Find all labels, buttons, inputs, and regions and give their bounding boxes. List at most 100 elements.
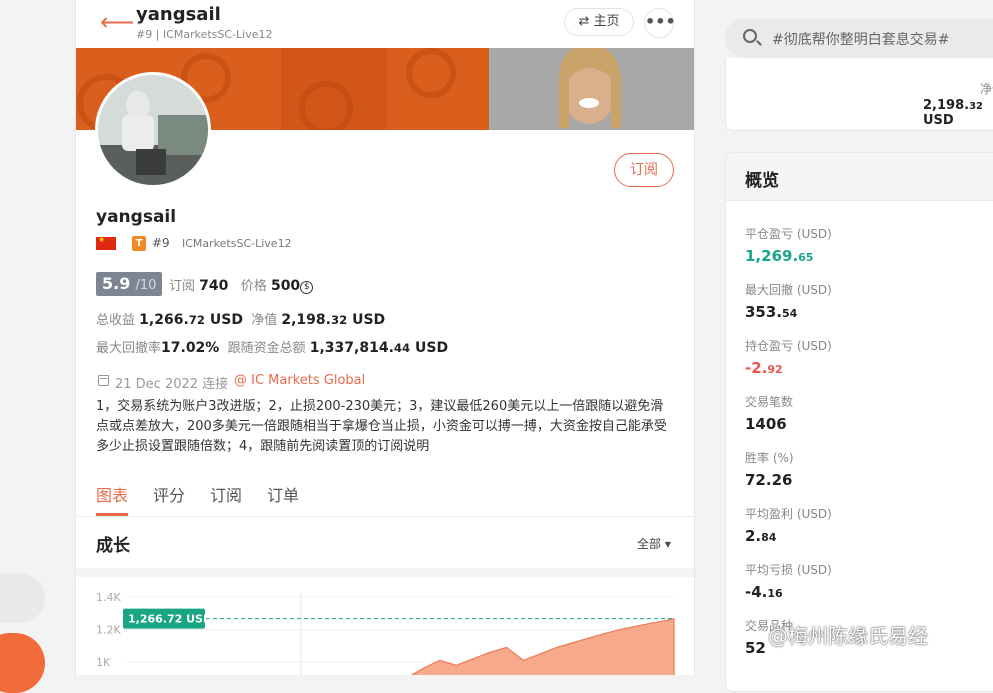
tab-chart[interactable]: 图表 bbox=[96, 482, 128, 506]
drawdown-follow-row: 最大回撤率17.02% 跟随资金总额 1,337,814.44 USD bbox=[96, 337, 448, 356]
stat-value: -4.16 bbox=[745, 583, 783, 601]
stat-value-dec: 16 bbox=[767, 587, 783, 600]
stat-value-int: 72.26 bbox=[745, 471, 793, 489]
subs-label: 订阅 bbox=[169, 279, 196, 294]
strategy-description: 1，交易系统为账户3改进版；2，止损200-230美元；3，建议最低260美元以… bbox=[96, 399, 667, 454]
stat-value-int: 1,269. bbox=[745, 247, 799, 265]
active-tab-indicator bbox=[96, 513, 128, 516]
tab-orders[interactable]: 订单 bbox=[267, 482, 299, 506]
equity-dec: 32 bbox=[330, 313, 348, 327]
stat-value-int: -4. bbox=[745, 583, 768, 601]
side-equity-int: 2,198. bbox=[923, 98, 970, 113]
side-equity-value: 2,198.32 USD bbox=[923, 98, 993, 128]
profile-name: yangsail bbox=[96, 207, 177, 227]
y-tick-label: 1.2K bbox=[96, 624, 121, 637]
tier-badge: T bbox=[132, 236, 146, 251]
score-badge: 5.9 /10 bbox=[96, 272, 163, 296]
tab-rating[interactable]: 评分 bbox=[153, 482, 185, 506]
header-subtitle: #9 | ICMarketsSC-Live12 bbox=[136, 28, 273, 41]
watermark-text: @梅州陈缘氏易经 bbox=[768, 624, 928, 648]
tab-subscribe[interactable]: 订阅 bbox=[210, 482, 242, 506]
range-dropdown[interactable]: 全部 ▾ bbox=[637, 535, 671, 552]
drawdown-label: 最大回撤率 bbox=[96, 341, 162, 356]
current-value-label: 1,266.72 USD bbox=[128, 613, 212, 626]
stat-value-dec: 65 bbox=[798, 251, 814, 264]
stat-label: 平仓盈亏 (USD) bbox=[745, 227, 832, 241]
search-placeholder: #彻底帮你整明白套息交易# bbox=[772, 32, 950, 48]
chart-separator bbox=[76, 568, 694, 577]
back-arrow-icon[interactable]: ⟵ bbox=[100, 9, 134, 35]
overview-title: 概览 bbox=[745, 171, 779, 191]
main-column: ⟵ yangsail #9 | ICMarketsSC-Live12 ⇄ 主页 … bbox=[75, 0, 695, 675]
stat-value: 52 bbox=[745, 639, 766, 657]
stat-label: 持仓盈亏 (USD) bbox=[745, 339, 832, 353]
y-tick-label: 1.4K bbox=[96, 591, 121, 604]
stat-value-int: 2. bbox=[745, 527, 762, 545]
stat-value: 72.26 bbox=[745, 471, 792, 489]
equity-unit: USD bbox=[352, 312, 386, 328]
avatar-image bbox=[98, 75, 208, 185]
stat-value: 2.84 bbox=[745, 527, 776, 545]
profit-equity-row: 总收益 1,266.72 USD 净值 2,198.32 USD bbox=[96, 309, 385, 328]
stat-label: 最大回撤 (USD) bbox=[745, 283, 832, 297]
stat-value: 1406 bbox=[745, 415, 787, 433]
stat-label: 平均亏损 (USD) bbox=[745, 563, 832, 577]
side-equity-unit: USD bbox=[923, 113, 954, 128]
stat-value-int: 1406 bbox=[745, 415, 787, 433]
stat-value-dec: 54 bbox=[782, 307, 798, 320]
total-profit-int: 1,266. bbox=[139, 312, 189, 328]
equity-label: 净值 bbox=[251, 313, 278, 328]
growth-chart: 1.4K 1.2K 1K 1,266.72 USD bbox=[96, 591, 675, 675]
top-bar: ⟵ yangsail #9 | ICMarketsSC-Live12 ⇄ 主页 … bbox=[76, 0, 694, 48]
more-options-button[interactable]: ••• bbox=[644, 8, 676, 38]
stat-label: 平均盈利 (USD) bbox=[745, 507, 832, 521]
follow-dec: 44 bbox=[393, 341, 411, 355]
y-tick-label: 1K bbox=[96, 656, 111, 669]
stat-value: 1,269.65 bbox=[745, 247, 813, 265]
broker-link[interactable]: @ IC Markets Global bbox=[234, 373, 365, 388]
overview-card: 概览 平仓盈亏 (USD) 1,269.65 最大回撤 (USD) 353.54 持仓盈… bbox=[725, 152, 993, 692]
equity-side-card: 净值 2,198.32 USD bbox=[725, 58, 993, 131]
growth-area bbox=[410, 617, 675, 675]
stat-value: -2.92 bbox=[745, 359, 783, 377]
subs-value: 740 bbox=[199, 278, 229, 294]
rank-label: #9 bbox=[152, 236, 170, 250]
drawdown-value: 17.02% bbox=[161, 340, 220, 356]
equity-int: 2,198. bbox=[281, 312, 331, 328]
search-bar[interactable]: #彻底帮你整明白套息交易# bbox=[725, 18, 993, 58]
stat-label: 交易笔数 bbox=[745, 395, 794, 409]
side-equity-dec: 32 bbox=[969, 101, 983, 112]
china-flag-icon: ★ bbox=[96, 235, 116, 250]
score-max: /10 bbox=[135, 278, 157, 293]
stat-value-int: -2. bbox=[745, 359, 768, 377]
join-date: 21 Dec 2022 连接 bbox=[115, 377, 229, 392]
left-panel-fragment[interactable] bbox=[0, 573, 45, 623]
stat-value-int: 353. bbox=[745, 303, 783, 321]
home-button[interactable]: ⇄ 主页 bbox=[564, 8, 634, 36]
growth-title: 成长 bbox=[96, 536, 130, 556]
total-profit-label: 总收益 bbox=[96, 313, 136, 328]
stat-value-dec: 92 bbox=[767, 363, 783, 376]
tab-bar: 图表 评分 订阅 订单 bbox=[76, 478, 694, 517]
stat-value-dec: 84 bbox=[761, 531, 777, 544]
header-name: yangsail bbox=[136, 4, 221, 25]
avatar[interactable] bbox=[95, 72, 211, 188]
search-icon bbox=[743, 29, 757, 43]
stat-value: 353.54 bbox=[745, 303, 797, 321]
subscribe-button[interactable]: 订阅 bbox=[614, 153, 674, 187]
coin-icon: $ bbox=[300, 281, 314, 294]
score-value: 5.9 bbox=[102, 274, 131, 293]
side-equity-label: 净值 bbox=[980, 82, 993, 96]
follow-unit: USD bbox=[415, 340, 449, 356]
account-label: ICMarketsSC-Live12 bbox=[182, 237, 292, 250]
calendar-icon bbox=[98, 375, 109, 386]
total-profit-unit: USD bbox=[209, 312, 243, 328]
price-label: 价格 bbox=[240, 279, 267, 294]
price-value: 500 bbox=[270, 278, 301, 294]
subs-count: 订阅 740 价格 500 $ bbox=[169, 275, 314, 294]
total-profit-dec: 72 bbox=[188, 313, 205, 327]
banner-photo bbox=[489, 48, 694, 130]
left-action-button[interactable] bbox=[0, 633, 45, 693]
overview-header: 概览 bbox=[726, 153, 993, 201]
follow-label: 跟随资金总额 bbox=[227, 341, 306, 356]
